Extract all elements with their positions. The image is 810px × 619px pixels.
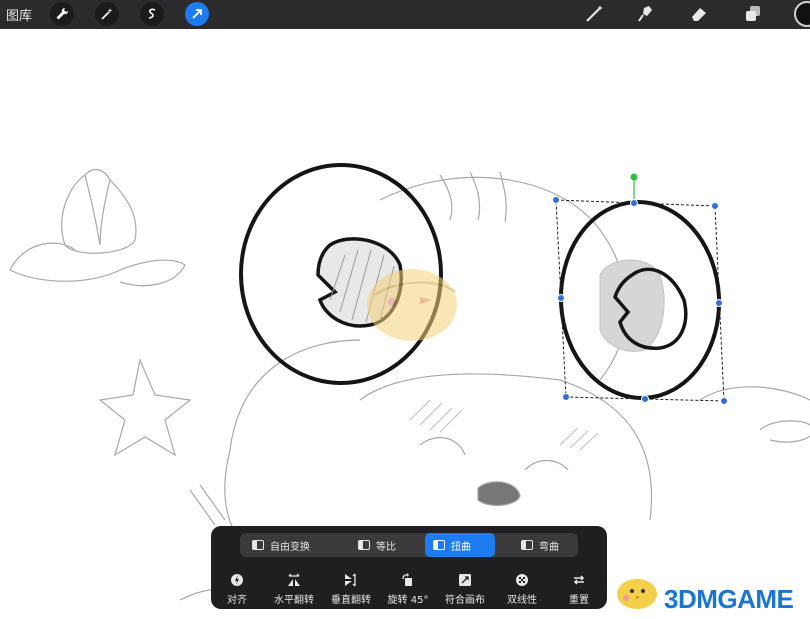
freeform-icon — [252, 540, 264, 550]
fit-canvas-button[interactable]: 符合画布 — [435, 572, 495, 606]
layers-icon[interactable] — [741, 2, 765, 26]
flip-vertical-icon — [321, 572, 381, 588]
wrench-icon[interactable] — [50, 2, 74, 26]
mode-uniform[interactable]: 等比 — [352, 533, 402, 557]
bilinear-button[interactable]: 双线性 — [492, 572, 552, 606]
mode-distort[interactable]: 扭曲 — [425, 533, 495, 557]
mode-freeform[interactable]: 自由变换 — [246, 533, 316, 557]
smudge-icon[interactable] — [634, 2, 658, 26]
selection-s-icon[interactable] — [140, 2, 164, 26]
brush-icon[interactable] — [582, 2, 606, 26]
flip-horizontal-icon — [264, 572, 324, 588]
watermark-text: 3DMGAME — [664, 584, 794, 614]
reset-icon — [549, 572, 609, 588]
fit-canvas-icon — [435, 572, 495, 588]
flip-vertical-button[interactable]: 垂直翻转 — [321, 572, 381, 606]
snap-button[interactable]: 对齐 — [207, 572, 267, 606]
color-picker-swatch[interactable] — [794, 1, 810, 27]
bilinear-icon — [492, 572, 552, 588]
3dmgame-chick-logo — [617, 579, 657, 609]
gallery-button[interactable]: 图库 — [6, 5, 32, 24]
snap-icon — [207, 572, 267, 588]
top-toolbar: 图库 — [0, 0, 810, 29]
watermark: 3DMGAME — [612, 572, 810, 614]
reset-button[interactable]: 重置 — [549, 572, 609, 606]
distort-icon — [433, 540, 445, 550]
flip-horizontal-button[interactable]: 水平翻转 — [264, 572, 324, 606]
eraser-icon[interactable] — [687, 2, 711, 26]
uniform-icon — [358, 540, 370, 550]
rotate-icon — [378, 572, 438, 588]
transform-panel: 自由变换 等比 扭曲 弯曲 对齐 水平翻转 垂直翻转 旋转 45° 符合画布 双… — [211, 526, 607, 609]
magic-wand-icon[interactable] — [95, 2, 119, 26]
transform-arrow-icon[interactable] — [185, 2, 209, 26]
warp-icon — [521, 540, 533, 550]
mode-warp[interactable]: 弯曲 — [515, 533, 565, 557]
transform-mode-segmented: 自由变换 等比 扭曲 弯曲 — [240, 533, 578, 557]
rotate-45-button[interactable]: 旋转 45° — [378, 572, 438, 606]
